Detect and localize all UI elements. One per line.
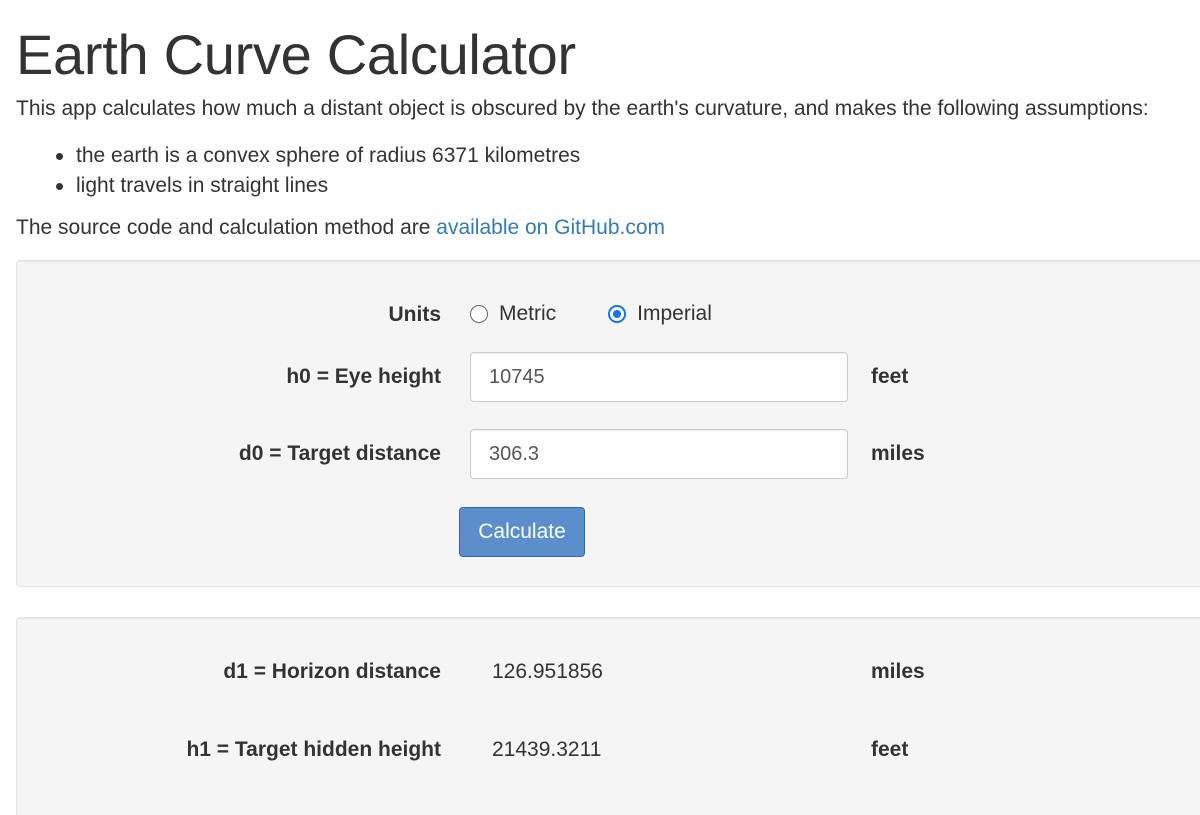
- calculate-button[interactable]: Calculate: [459, 507, 585, 557]
- assumption-text: light travels in straight lines: [76, 174, 329, 197]
- radio-imperial[interactable]: Imperial: [608, 302, 712, 326]
- bullet-icon: [56, 153, 63, 160]
- bullet-icon: [56, 183, 63, 190]
- eye-height-label: h0 = Eye height: [286, 365, 441, 388]
- eye-height-input[interactable]: [470, 352, 848, 402]
- eye-height-unit: feet: [871, 365, 909, 388]
- input-panel: Units Metric Imperial h0 = Eye height fe…: [16, 260, 1200, 587]
- intro-text: This app calculates how much a distant o…: [16, 97, 1149, 120]
- results-panel: d1 = Horizon distance 126.951856 miles h…: [16, 617, 1200, 815]
- page-title: Earth Curve Calculator: [16, 23, 576, 86]
- target-distance-unit: miles: [871, 442, 925, 465]
- hidden-height-label: h1 = Target hidden height: [186, 738, 441, 761]
- radio-metric-label: Metric: [499, 302, 557, 325]
- target-distance-input[interactable]: [470, 429, 848, 479]
- assumption-text: the earth is a convex sphere of radius 6…: [76, 144, 581, 167]
- list-item: light travels in straight lines: [56, 171, 580, 201]
- page: Earth Curve Calculator This app calculat…: [0, 0, 1200, 815]
- radio-imperial-label: Imperial: [637, 302, 712, 325]
- github-link[interactable]: available on GitHub.com: [436, 216, 665, 239]
- target-distance-label: d0 = Target distance: [238, 442, 441, 465]
- radio-unchecked-icon[interactable]: [470, 305, 488, 323]
- hidden-height-unit: feet: [871, 738, 909, 761]
- assumptions-list: the earth is a convex sphere of radius 6…: [56, 141, 580, 201]
- list-item: the earth is a convex sphere of radius 6…: [56, 141, 580, 171]
- source-text: The source code and calculation method a…: [16, 216, 665, 240]
- radio-checked-icon[interactable]: [608, 305, 627, 323]
- horizon-distance-value: 126.951856: [492, 660, 603, 683]
- horizon-distance-unit: miles: [871, 660, 925, 683]
- source-prefix: The source code and calculation method a…: [16, 216, 437, 239]
- units-radio-group: Metric Imperial: [470, 302, 764, 326]
- hidden-height-value: 21439.3211: [492, 738, 602, 761]
- units-label: Units: [388, 303, 442, 326]
- horizon-distance-label: d1 = Horizon distance: [223, 660, 441, 683]
- radio-metric[interactable]: Metric: [470, 302, 556, 326]
